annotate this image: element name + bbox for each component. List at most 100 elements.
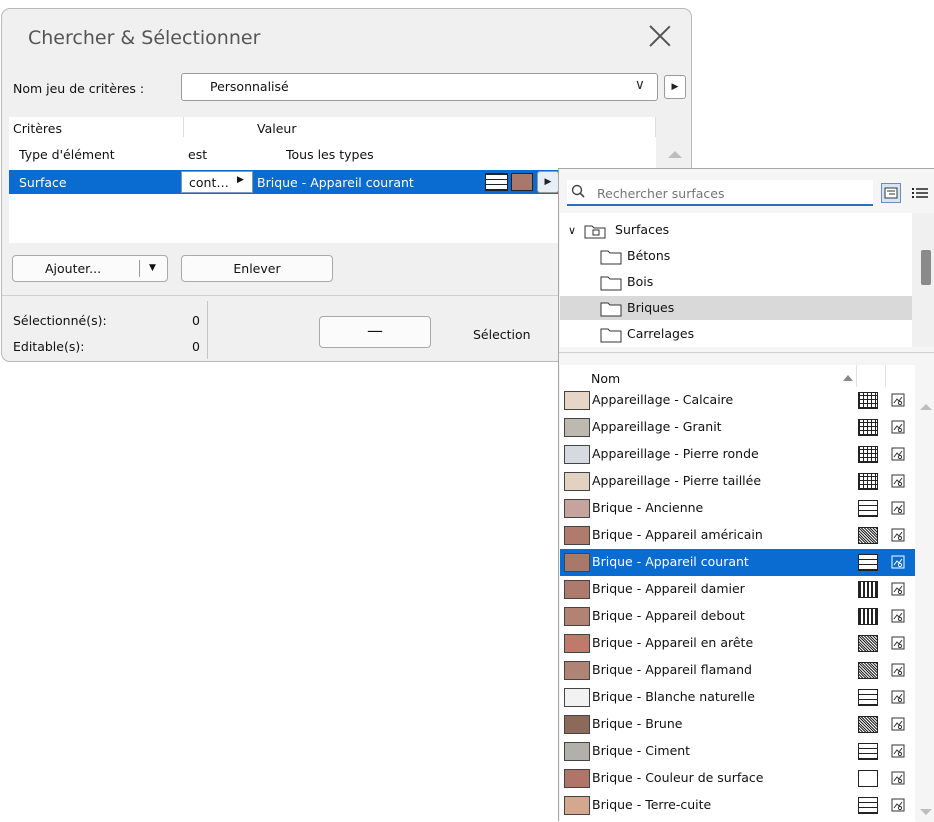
column-header-value: Valeur (257, 121, 297, 136)
editable-count-value: 0 (192, 339, 200, 354)
surface-list-item[interactable]: Appareillage - Pierre ronde (560, 441, 915, 468)
surface-list-item[interactable]: Brique - Ciment (560, 738, 915, 765)
folder-icon (600, 328, 622, 342)
grid-pattern-icon (858, 608, 878, 625)
surface-list-item[interactable]: Brique - Appareil en arête (560, 630, 915, 657)
scroll-down-icon[interactable] (920, 809, 932, 815)
surface-list-item[interactable]: Appareillage - Granit (560, 414, 915, 441)
stone-pattern-icon (858, 473, 878, 490)
surface-name: Brique - Ciment (592, 743, 691, 758)
criterion-value[interactable]: Brique - Appareil courant (257, 175, 414, 190)
search-box[interactable] (567, 180, 873, 206)
surface-name: Brique - Appareil américain (592, 527, 763, 542)
chevron-down-icon: ∨ (634, 77, 645, 93)
criteria-set-dropdown[interactable]: Personnalisé ∨ (181, 73, 658, 101)
tree-node-label: Bétons (627, 248, 671, 263)
scroll-up-icon[interactable] (668, 151, 682, 158)
column-divider (856, 365, 857, 387)
tree-view-icon[interactable] (881, 183, 901, 203)
list-view-icon[interactable] (909, 183, 931, 203)
texture-preview-icon (891, 555, 905, 569)
surface-color-swatch (564, 499, 590, 518)
surface-list-item[interactable]: Brique - Terre-cuite (560, 792, 915, 819)
surface-list-item[interactable]: Brique - Appareil américain (560, 522, 915, 549)
surface-list-item[interactable]: Brique - Blanche naturelle (560, 684, 915, 711)
surface-color-swatch (564, 445, 590, 464)
criterion-element-type[interactable]: Type d'élément (19, 147, 115, 162)
surface-color-swatch (564, 580, 590, 599)
surface-color-swatch (564, 661, 590, 680)
stone-pattern-icon (858, 392, 878, 409)
surface-name: Brique - Appareil flamand (592, 662, 752, 677)
criterion-operator[interactable]: est (188, 147, 207, 162)
tree-folder[interactable]: Bois (600, 270, 653, 294)
close-icon[interactable] (647, 23, 673, 49)
surface-name: Appareillage - Calcaire (592, 392, 734, 407)
texture-preview-icon (891, 528, 905, 542)
surface-name: Brique - Blanche naturelle (592, 689, 755, 704)
dense-pattern-icon (858, 662, 878, 679)
surface-name: Brique - Appareil courant (592, 554, 749, 569)
search-input[interactable] (597, 183, 867, 203)
chevron-down-icon[interactable]: ∨ (568, 224, 576, 237)
tree-node-label: Bois (627, 274, 654, 289)
criteria-set-value: Personnalisé (210, 79, 289, 94)
surface-color-swatch (564, 742, 590, 761)
surface-list-item[interactable]: Brique - Appareil flamand (560, 657, 915, 684)
surface-list-item[interactable]: Brique - Appareil damier (560, 576, 915, 603)
texture-preview-icon (891, 744, 905, 758)
scroll-thumb[interactable] (921, 250, 931, 285)
stone-pattern-icon (858, 446, 878, 463)
texture-preview-icon (891, 420, 905, 434)
criterion-surface[interactable]: Surface (19, 175, 67, 190)
surface-color-swatch (564, 391, 590, 410)
list-header[interactable]: Nom (560, 365, 915, 387)
dense-pattern-icon (858, 716, 878, 733)
criteria-set-menu-button[interactable]: ▶ (664, 75, 686, 99)
texture-preview-icon (891, 582, 905, 596)
tree-folder-selected[interactable]: Briques (560, 296, 912, 320)
surface-list-item[interactable]: Brique - Couleur de surface (560, 765, 915, 792)
texture-preview-icon (891, 447, 905, 461)
tree-folder[interactable]: Carrelages (600, 322, 694, 346)
add-criterion-button[interactable]: Ajouter... ▼ (12, 255, 168, 282)
selected-count-value: 0 (192, 313, 200, 328)
criteria-set-label: Nom jeu de critères : (13, 81, 145, 96)
surface-list-item[interactable]: Appareillage - Calcaire (560, 387, 915, 414)
column-header-name[interactable]: Nom (591, 371, 620, 386)
tree-scrollbar[interactable] (912, 213, 934, 347)
editable-count-label: Editable(s): (13, 339, 85, 354)
surfaces-folder-icon (584, 225, 606, 238)
folder-icon (600, 276, 622, 290)
remove-criterion-button[interactable]: Enlever (181, 255, 333, 282)
surface-name: Brique - Appareil debout (592, 608, 745, 623)
chevron-down-icon[interactable]: ▼ (149, 256, 156, 281)
tree-node-label: Surfaces (615, 222, 670, 237)
criterion-value[interactable]: Tous les types (286, 147, 374, 162)
scroll-up-icon[interactable] (920, 404, 932, 410)
surface-color-swatch (564, 418, 590, 437)
dialog-title: Chercher & Sélectionner (28, 27, 261, 49)
surface-name: Brique - Appareil en arête (592, 635, 754, 650)
tree-root-surfaces[interactable]: ∨ Surfaces (568, 218, 669, 242)
button-divider (139, 260, 140, 277)
texture-preview-icon (891, 690, 905, 704)
surface-color-swatch (511, 173, 533, 191)
criterion-operator-dropdown[interactable]: cont… ▶ (181, 171, 253, 193)
splitter[interactable] (559, 352, 934, 353)
surface-color-swatch (564, 553, 590, 572)
surface-list-item[interactable]: Brique - Ancienne (560, 495, 915, 522)
surface-list-item[interactable]: Brique - Brune (560, 711, 915, 738)
surface-color-swatch (564, 688, 590, 707)
deselect-button[interactable]: — (319, 316, 431, 348)
surface-name: Appareillage - Pierre ronde (592, 446, 759, 461)
surface-list-item-selected[interactable]: Brique - Appareil courant (560, 549, 915, 576)
list-scrollbar[interactable] (916, 365, 934, 822)
tree-folder[interactable]: Bétons (600, 244, 670, 268)
surface-list-item[interactable]: Brique - Appareil debout (560, 603, 915, 630)
surface-color-swatch (564, 715, 590, 734)
brick-pattern-icon (858, 743, 878, 760)
brick-pattern-icon (858, 797, 878, 814)
surface-picker-button[interactable]: ▶ (537, 171, 559, 193)
surface-list-item[interactable]: Appareillage - Pierre taillée (560, 468, 915, 495)
